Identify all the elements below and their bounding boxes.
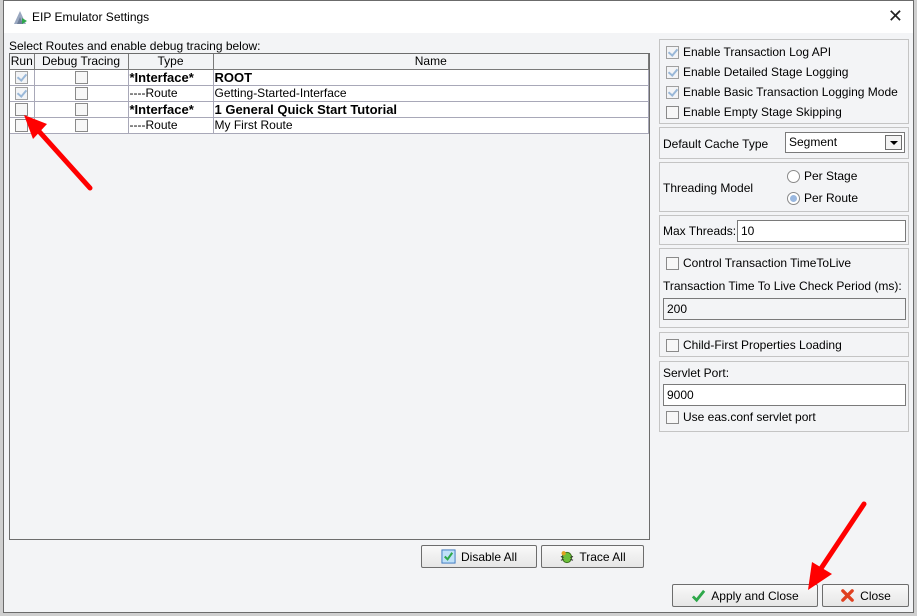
name-cell: Getting-Started-Interface — [213, 85, 649, 102]
run-checkbox[interactable] — [15, 102, 29, 116]
radio-per-stage[interactable]: Per Stage — [787, 169, 857, 183]
table-row[interactable]: ----Route My First Route — [10, 117, 649, 134]
name-cell: My First Route — [213, 117, 649, 134]
run-cell — [10, 69, 35, 86]
logging-option-checkbox[interactable] — [666, 105, 679, 119]
servlet-port-input[interactable]: 9000 — [663, 384, 906, 406]
trace-all-label: Trace All — [579, 549, 626, 564]
ttl-period-label: Transaction Time To Live Check Period (m… — [663, 279, 902, 293]
routes-instruction: Select Routes and enable debug tracing b… — [9, 39, 261, 53]
ttl-period-input[interactable]: 200 — [663, 298, 906, 320]
child-first-row[interactable]: Child-First Properties Loading — [666, 338, 842, 352]
routes-table: Run Debug Tracing Type Name *Interface* R… — [9, 53, 650, 540]
threading-model-label: Threading Model — [663, 181, 754, 195]
type-cell: *Interface* — [128, 69, 214, 86]
ttl-checkbox-label: Control Transaction TimeToLive — [683, 256, 852, 270]
logging-option-checkbox[interactable] — [666, 65, 679, 79]
radio-per-route[interactable]: Per Route — [787, 191, 858, 205]
type-cell: ----Route — [128, 117, 214, 134]
dropdown-arrow-icon[interactable] — [885, 135, 902, 150]
column-header-name[interactable]: Name — [213, 54, 649, 70]
logging-option-label: Enable Transaction Log API — [683, 45, 832, 59]
type-cell: *Interface* — [128, 101, 214, 118]
logging-option-2[interactable]: Enable Basic Transaction Logging Mode — [666, 85, 898, 99]
logging-option-checkbox[interactable] — [666, 45, 679, 59]
child-first-label: Child-First Properties Loading — [683, 338, 842, 352]
debug-tracing-checkbox[interactable] — [74, 102, 88, 116]
debug-cell — [34, 117, 129, 134]
debug-tracing-checkbox[interactable] — [74, 70, 88, 84]
debug-tracing-checkbox[interactable] — [74, 118, 88, 132]
debug-cell — [34, 101, 129, 118]
servlet-port-label: Servlet Port: — [663, 366, 730, 380]
routes-table-header: Run Debug Tracing Type Name — [10, 54, 649, 70]
use-eas-checkbox[interactable] — [666, 410, 679, 424]
radio-per-route-label: Per Route — [804, 191, 859, 205]
close-label: Close — [860, 588, 891, 603]
run-cell — [10, 101, 35, 118]
run-checkbox[interactable] — [15, 86, 29, 100]
red-x-icon — [841, 589, 854, 602]
run-checkbox[interactable] — [15, 118, 29, 132]
logging-option-1[interactable]: Enable Detailed Stage Logging — [666, 65, 848, 79]
radio-button[interactable] — [787, 169, 800, 183]
max-threads-input[interactable]: 10 — [737, 220, 906, 242]
type-cell: ----Route — [128, 85, 214, 102]
title-bar[interactable]: EIP Emulator Settings ✕ — [4, 1, 913, 33]
child-first-checkbox[interactable] — [666, 338, 679, 352]
use-eas-row[interactable]: Use eas.conf servlet port — [666, 410, 816, 424]
run-cell — [10, 85, 35, 102]
column-header-type[interactable]: Type — [128, 54, 214, 70]
apply-and-close-button[interactable]: Apply and Close — [672, 584, 818, 607]
name-cell: 1 General Quick Start Tutorial — [213, 101, 649, 118]
radio-per-stage-label: Per Stage — [804, 169, 858, 183]
debug-cell — [34, 85, 129, 102]
radio-button[interactable] — [787, 191, 800, 205]
table-row[interactable]: *Interface* ROOT — [10, 69, 649, 86]
column-header-debug-tracing[interactable]: Debug Tracing — [34, 54, 129, 70]
debug-cell — [34, 69, 129, 86]
max-threads-label: Max Threads: — [663, 224, 737, 238]
name-cell: ROOT — [213, 69, 649, 86]
app-icon — [14, 11, 27, 24]
logging-option-0[interactable]: Enable Transaction Log API — [666, 45, 831, 59]
bug-icon — [561, 551, 574, 564]
table-row[interactable]: ----Route Getting-Started-Interface — [10, 85, 649, 102]
cache-type-select[interactable]: Segment — [785, 132, 905, 153]
run-cell — [10, 117, 35, 134]
logging-option-label: Enable Basic Transaction Logging Mode — [683, 85, 898, 99]
logging-option-3[interactable]: Enable Empty Stage Skipping — [666, 105, 842, 119]
checkbox-checked-icon — [441, 549, 456, 564]
use-eas-label: Use eas.conf servlet port — [683, 410, 816, 424]
disable-all-label: Disable All — [460, 549, 518, 564]
cache-type-label: Default Cache Type — [663, 137, 769, 151]
cache-type-value: Segment — [789, 135, 838, 149]
checkmark-icon — [692, 589, 706, 603]
column-header-run[interactable]: Run — [10, 54, 35, 70]
close-icon[interactable]: ✕ — [888, 6, 903, 26]
apply-and-close-label: Apply and Close — [711, 588, 799, 603]
disable-all-button[interactable]: Disable All — [421, 545, 537, 568]
window-title: EIP Emulator Settings — [32, 10, 150, 24]
table-row[interactable]: *Interface* 1 General Quick Start Tutoria… — [10, 101, 649, 118]
logging-option-checkbox[interactable] — [666, 85, 679, 99]
debug-tracing-checkbox[interactable] — [74, 86, 88, 100]
logging-option-label: Enable Detailed Stage Logging — [683, 65, 849, 79]
settings-dialog: EIP Emulator Settings ✕ Select Routes an… — [3, 0, 914, 613]
ttl-checkbox[interactable] — [666, 256, 679, 270]
ttl-checkbox-row[interactable]: Control Transaction TimeToLive — [666, 256, 851, 270]
close-button[interactable]: Close — [822, 584, 909, 607]
trace-all-button[interactable]: Trace All — [541, 545, 644, 568]
run-checkbox[interactable] — [15, 70, 29, 84]
logging-option-label: Enable Empty Stage Skipping — [683, 105, 842, 119]
